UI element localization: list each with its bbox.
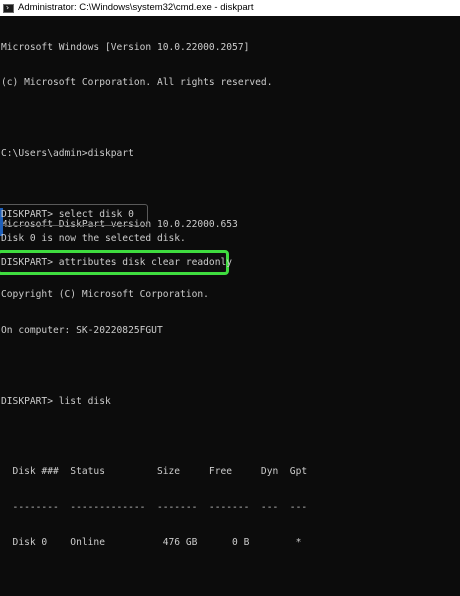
console-line: Copyright (C) Microsoft Corporation. (1, 289, 209, 301)
select-command-line: DISKPART> select disk 0 (1, 209, 134, 220)
console-line: Disk ### Status Size Free Dyn Gpt (1, 466, 308, 478)
console-output[interactable]: Microsoft Windows [Version 10.0.22000.20… (0, 18, 460, 596)
console-line: On computer: SK-20220825FGUT (1, 324, 163, 336)
console-line: (c) Microsoft Corporation. All rights re… (1, 76, 273, 88)
console-line: -------- ------------- ------- ------- -… (1, 501, 308, 513)
attributes-command-line: DISKPART> attributes disk clear readonly (1, 257, 233, 268)
console-line: Disk 0 Online 476 GB 0 B * (1, 537, 302, 549)
title-bar[interactable]: Administrator: C:\Windows\system32\cmd.e… (0, 0, 460, 16)
console-line: Microsoft Windows [Version 10.0.22000.20… (1, 41, 250, 53)
window-title: Administrator: C:\Windows\system32\cmd.e… (18, 2, 254, 13)
console-line: DISKPART> list disk (1, 395, 111, 407)
select-result-line: Disk 0 is now the selected disk. (1, 233, 186, 244)
console-line: C:\Users\admin>diskpart (1, 147, 134, 159)
cmd-icon (3, 3, 14, 13)
